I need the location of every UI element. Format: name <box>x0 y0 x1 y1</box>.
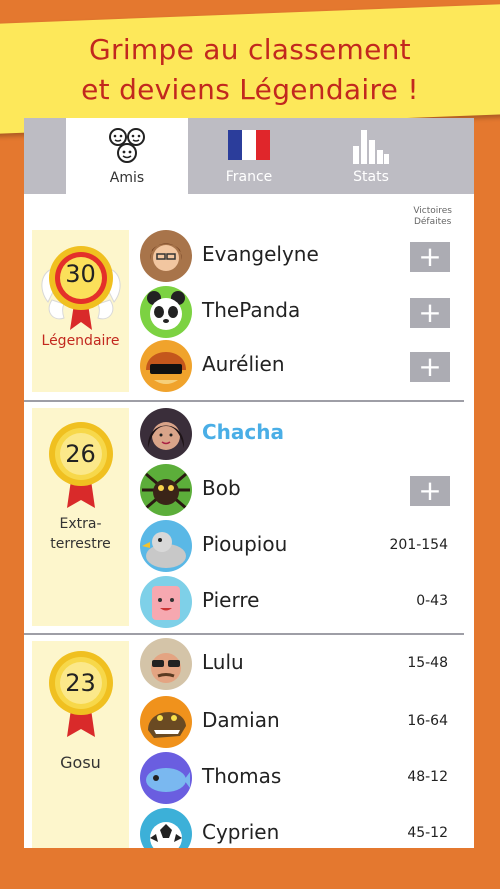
level-badge-legendary: 30 Légendaire <box>32 230 129 392</box>
tab-friends-label: Amis <box>109 170 145 186</box>
add-friend-button[interactable]: + <box>410 298 450 328</box>
tab-stats-label: Stats <box>353 169 389 185</box>
player-name: Damian <box>202 708 280 732</box>
win-loss-score: 0-43 <box>416 593 448 609</box>
player-name: Evangelyne <box>202 242 319 266</box>
player-name: Bob <box>202 476 241 500</box>
tab-france[interactable]: France <box>188 118 310 194</box>
player-name-current-user: Chacha <box>202 420 285 444</box>
banner-line-1: Grimpe au classement <box>89 33 411 66</box>
win-loss-score: 16-64 <box>407 713 448 729</box>
friends-icon <box>109 128 145 163</box>
level-number: 26 <box>65 440 96 468</box>
add-friend-button[interactable]: + <box>410 242 450 272</box>
avatar <box>140 464 192 516</box>
level-number: 23 <box>65 669 96 697</box>
list-item[interactable]: Bob + <box>140 464 464 516</box>
rank-name: Extra- terrestre <box>32 514 129 554</box>
bar-chart-icon <box>353 130 389 164</box>
list-item[interactable]: Evangelyne + <box>140 230 464 282</box>
avatar <box>140 340 192 392</box>
france-flag-icon <box>228 130 270 160</box>
wins-header: Victoires <box>413 206 452 216</box>
player-name: Cyprien <box>202 820 280 844</box>
player-name: Lulu <box>202 650 244 674</box>
add-friend-button[interactable]: + <box>410 476 450 506</box>
section-divider <box>24 633 464 635</box>
tab-bar: Amis France Stats <box>24 118 474 194</box>
add-friend-button[interactable]: + <box>410 352 450 382</box>
list-item[interactable]: Thomas 48-12 <box>140 752 464 804</box>
list-item[interactable]: ThePanda + <box>140 286 464 338</box>
win-loss-score: 48-12 <box>407 769 448 785</box>
banner-line-2: et deviens Légendaire ! <box>81 73 419 106</box>
avatar <box>140 576 192 628</box>
tab-stats[interactable]: Stats <box>310 118 432 194</box>
rank-name: Gosu <box>60 753 101 772</box>
avatar <box>140 696 192 748</box>
avatar <box>140 752 192 804</box>
player-name: Thomas <box>202 764 282 788</box>
avatar <box>140 638 192 690</box>
tab-france-label: France <box>225 169 273 185</box>
losses-header: Défaites <box>413 217 452 227</box>
avatar <box>140 520 192 572</box>
player-name: Pioupiou <box>202 532 288 556</box>
list-item[interactable]: Pioupiou 201-154 <box>140 520 464 572</box>
column-header: Victoires Défaites <box>413 206 452 228</box>
rank-name: Légendaire <box>41 333 120 349</box>
avatar <box>140 286 192 338</box>
avatar <box>140 408 192 460</box>
list-item[interactable]: Pierre 0-43 <box>140 576 464 628</box>
avatar <box>140 808 192 848</box>
avatar <box>140 230 192 282</box>
leaderboard-panel: Amis France Stats Victoires Défaites 30 … <box>24 118 474 848</box>
list-item[interactable]: Chacha <box>140 408 464 460</box>
section-divider <box>24 400 464 402</box>
tab-friends[interactable]: Amis <box>66 118 188 194</box>
win-loss-score: 15-48 <box>407 655 448 671</box>
player-name: Pierre <box>202 588 260 612</box>
promo-banner-text: Grimpe au classement et deviens Légendai… <box>0 30 500 110</box>
level-badge-gosu: 23 Gosu <box>32 641 129 848</box>
level-badge-extraterrestre: 26 Extra- terrestre <box>32 408 129 626</box>
list-item[interactable]: Lulu 15-48 <box>140 638 464 690</box>
rank-name-line-2: terrestre <box>50 536 111 552</box>
list-item[interactable]: Cyprien 45-12 <box>140 808 464 848</box>
win-loss-score: 201-154 <box>389 537 449 553</box>
win-loss-score: 45-12 <box>407 825 448 841</box>
rank-name-line-1: Extra- <box>59 516 102 532</box>
list-item[interactable]: Aurélien + <box>140 340 464 392</box>
list-item[interactable]: Damian 16-64 <box>140 696 464 748</box>
player-name: ThePanda <box>202 298 301 322</box>
player-name: Aurélien <box>202 352 285 376</box>
level-number: 30 <box>65 260 96 288</box>
